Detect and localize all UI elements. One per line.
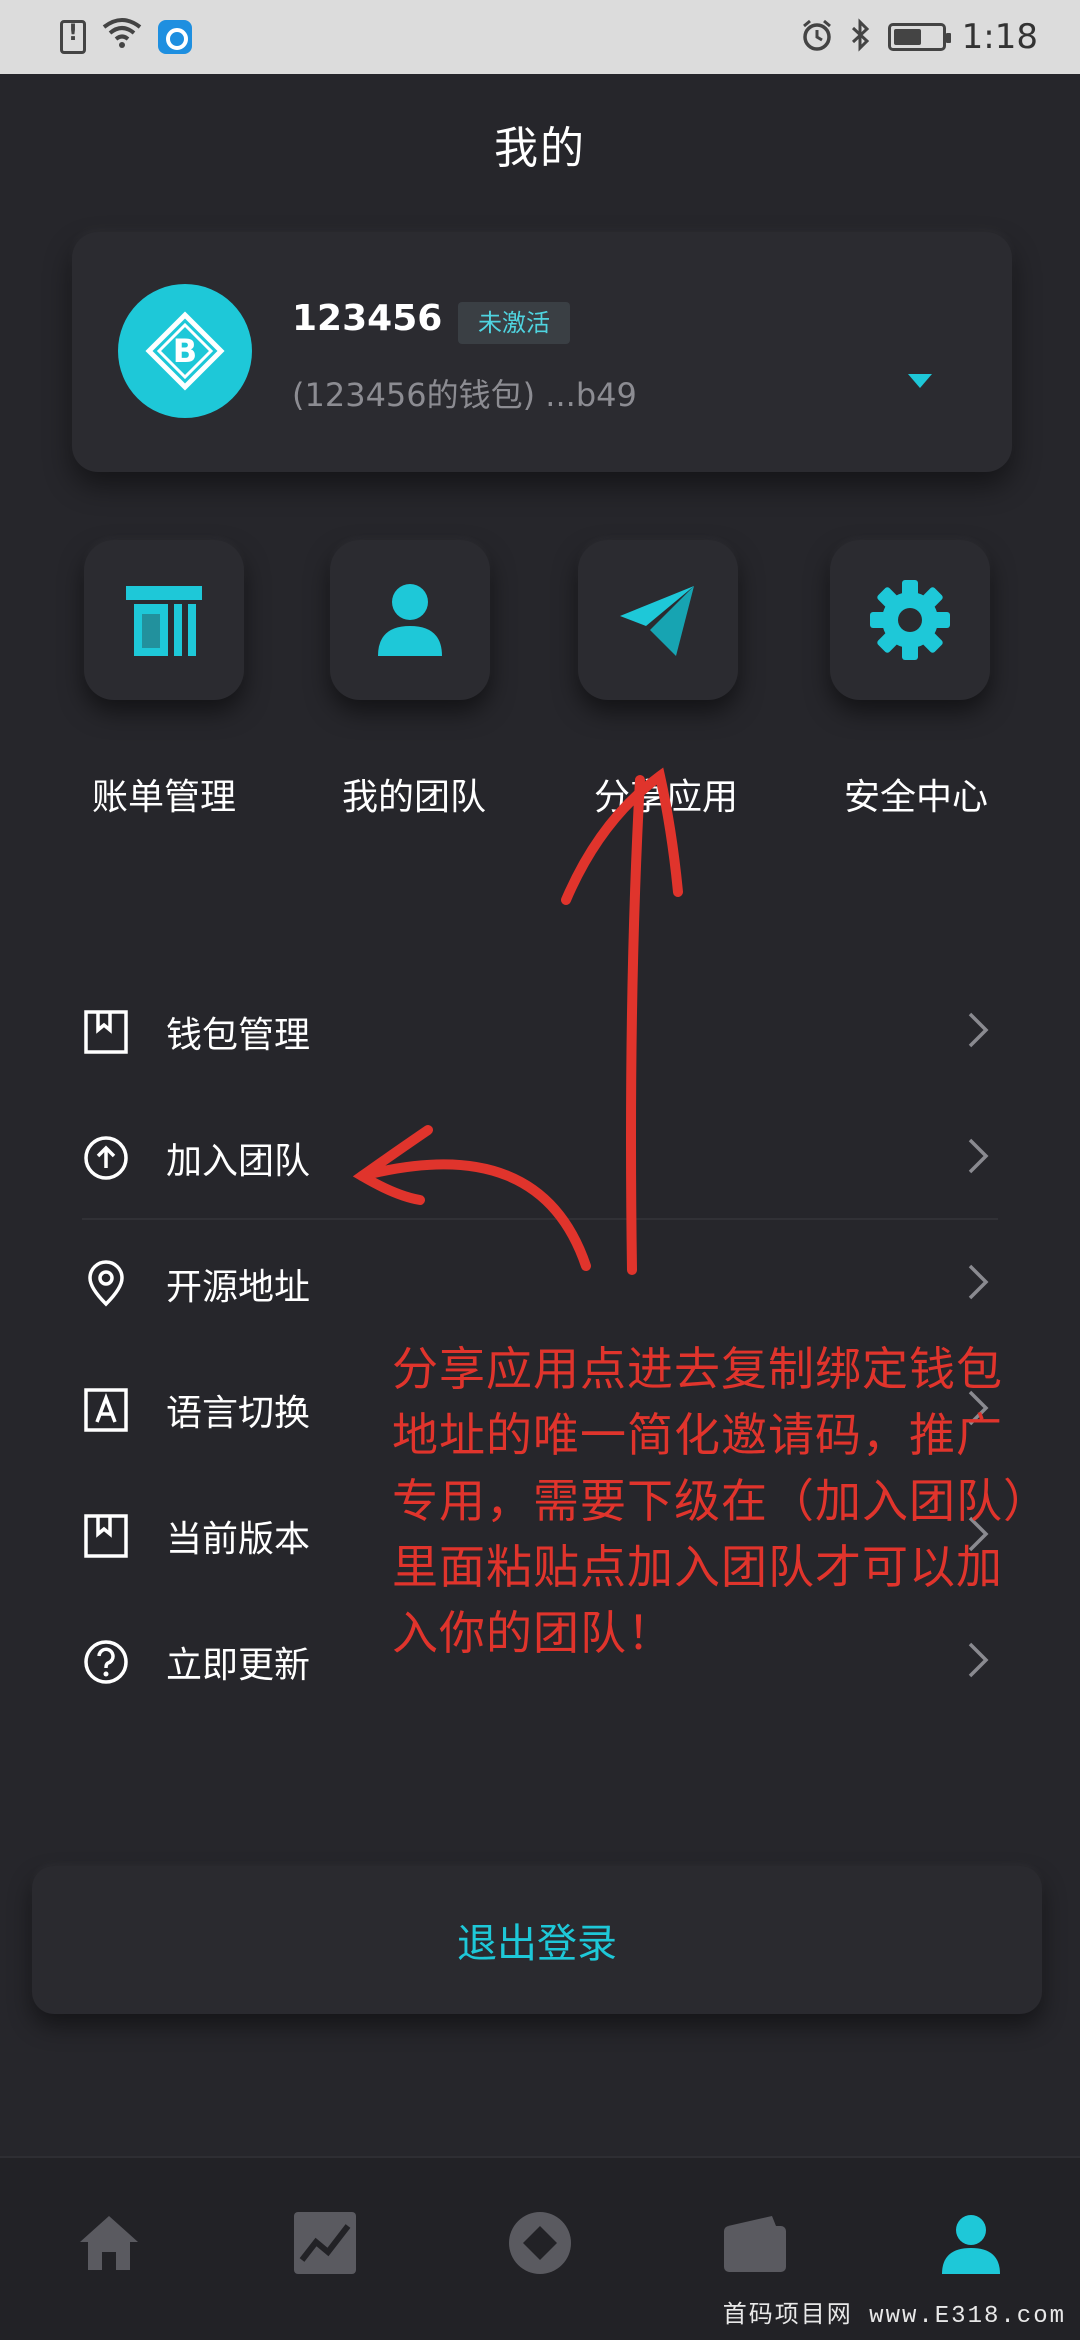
wallet-icon — [724, 2216, 786, 2272]
status-badge: 未激活 — [458, 302, 570, 344]
alarm-icon — [800, 18, 834, 56]
logout-button[interactable]: 退出登录 — [32, 1866, 1042, 2014]
chevron-right-icon — [958, 1262, 998, 1302]
quick-label-share: 分享应用 — [593, 777, 738, 818]
menu-item-open-source[interactable]: 开源地址 — [0, 1220, 1080, 1346]
battery-icon — [887, 23, 951, 51]
send-icon — [620, 586, 694, 656]
bookmark-icon — [82, 1008, 130, 1056]
arrow-up-circle-icon — [82, 1134, 130, 1182]
language-a-icon — [82, 1386, 130, 1434]
page-title: 我的 — [494, 123, 586, 174]
status-time: 1:18 — [961, 17, 1038, 57]
chart-icon — [294, 2212, 356, 2274]
home-icon — [80, 2216, 138, 2270]
menu-label: 钱包管理 — [166, 1015, 311, 1056]
nav-wallet[interactable] — [720, 2208, 790, 2278]
menu-label: 语言切换 — [166, 1393, 311, 1434]
chevron-right-icon — [958, 1136, 998, 1176]
annotation-text: 分享应用点进去复制绑定钱包地址的唯一简化邀请码，推广专用，需要下级在（加入团队）… — [392, 1342, 1027, 1660]
watermark: 首码项目网 www.E318.com — [722, 2303, 1066, 2330]
app-notification-icon — [158, 20, 192, 54]
nav-market[interactable] — [290, 2208, 360, 2278]
bluetooth-icon — [850, 18, 872, 56]
menu-item-join-team[interactable]: 加入团队 — [0, 1094, 1080, 1220]
gear-icon — [870, 580, 950, 660]
bookmark-icon — [82, 1512, 130, 1560]
security-tile[interactable] — [830, 540, 990, 700]
team-tile[interactable] — [330, 540, 490, 700]
bitcoin-diamond-logo: B — [145, 311, 225, 391]
wifi-icon — [102, 17, 142, 57]
menu-label: 当前版本 — [166, 1519, 311, 1560]
coin-icon — [509, 2212, 571, 2274]
nav-home[interactable] — [74, 2208, 144, 2278]
quick-label-security: 安全中心 — [843, 777, 988, 818]
user-icon — [378, 584, 442, 656]
profile-card[interactable]: B 123456 未激活 (123456的钱包) ...b49 — [72, 232, 1012, 472]
share-tile[interactable] — [578, 540, 738, 700]
quick-actions: 账单管理 我的团队 分享应用 安全中心 — [0, 540, 1080, 840]
quick-label-team: 我的团队 — [341, 777, 486, 818]
wallet-address: (123456的钱包) ...b49 — [292, 376, 637, 414]
avatar: B — [118, 284, 252, 418]
nav-profile[interactable] — [936, 2208, 1006, 2278]
nav-coin[interactable] — [505, 2208, 575, 2278]
profile-icon — [942, 2215, 1000, 2274]
svg-text:B: B — [173, 332, 197, 370]
bill-tile[interactable] — [84, 540, 244, 700]
location-pin-icon — [82, 1260, 130, 1308]
help-circle-icon — [82, 1638, 130, 1686]
menu-label: 开源地址 — [166, 1267, 311, 1308]
quick-label-bills: 账单管理 — [91, 777, 236, 818]
username: 123456 — [292, 298, 443, 339]
logout-label: 退出登录 — [457, 1921, 617, 1967]
menu-label: 加入团队 — [166, 1141, 311, 1182]
bill-icon — [126, 586, 202, 656]
status-left — [60, 17, 192, 57]
status-right: 1:18 — [800, 17, 1038, 57]
sim-alert-icon — [60, 20, 86, 54]
status-bar: 1:18 — [0, 0, 1080, 74]
chevron-right-icon — [958, 1010, 998, 1050]
menu-item-wallet-management[interactable]: 钱包管理 — [0, 968, 1080, 1094]
caret-down-icon[interactable] — [908, 374, 932, 388]
menu-label: 立即更新 — [166, 1645, 311, 1686]
